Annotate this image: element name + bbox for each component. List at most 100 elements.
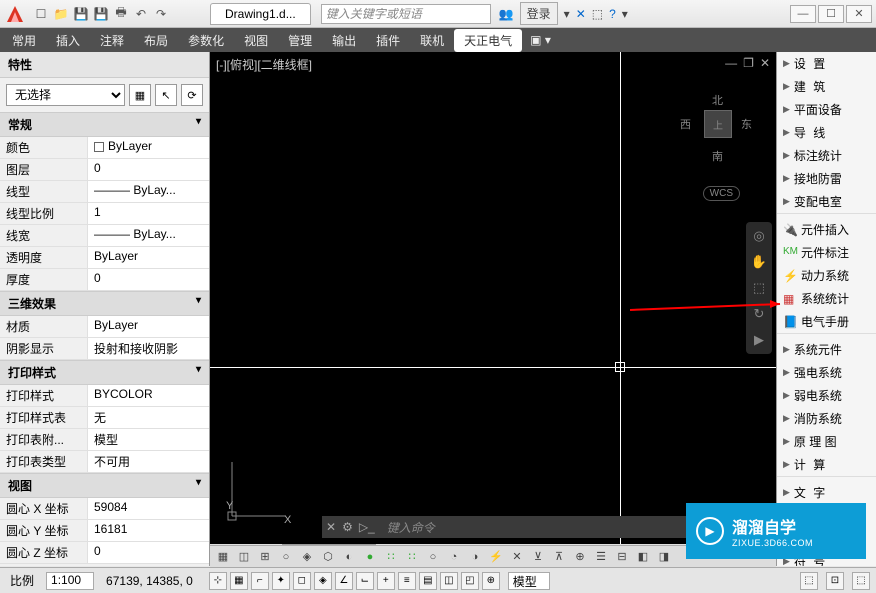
app-icon[interactable]	[4, 3, 26, 25]
open-icon[interactable]: 📁	[52, 5, 70, 23]
viewport-label[interactable]: [-][俯视][二维线框]	[216, 56, 312, 73]
polar-icon[interactable]: ✦	[272, 572, 290, 590]
save-icon[interactable]: 💾	[72, 5, 90, 23]
rp-component-label[interactable]: KM元件标注	[777, 241, 876, 264]
viewcube-top[interactable]: 上	[704, 110, 732, 138]
trial-icon[interactable]: ⬚	[592, 7, 603, 21]
tab-tz-electric[interactable]: 天正电气	[454, 29, 522, 52]
prop-value-plotstyle[interactable]: BYCOLOR	[88, 385, 209, 406]
drawing-viewport[interactable]: [-][俯视][二维线框] — ❐ ✕ 北 南 西 东 上 WCS ◎ ✋ ⬚ …	[210, 52, 776, 566]
tab-output[interactable]: 输出	[322, 29, 366, 52]
viewport-minimize-icon[interactable]: —	[725, 56, 737, 70]
viewcube-west[interactable]: 西	[680, 116, 691, 132]
quick-select-icon[interactable]: ▦	[129, 84, 151, 106]
redo-icon[interactable]: ↷	[152, 5, 170, 23]
viewport-restore-icon[interactable]: ❐	[743, 56, 754, 70]
rp-schematic[interactable]: ▶原 理 图	[777, 430, 876, 453]
tb-icon[interactable]: ∷	[403, 548, 421, 566]
tb-icon[interactable]: ✕	[508, 548, 526, 566]
rp-sys-component[interactable]: ▶系统元件	[777, 338, 876, 361]
am-icon[interactable]: ⊕	[482, 572, 500, 590]
rp-label-stats[interactable]: ▶标注统计	[777, 144, 876, 167]
prop-value-plotattach[interactable]: 模型	[88, 429, 209, 450]
tab-manage[interactable]: 管理	[278, 29, 322, 52]
tb-icon[interactable]: ⊟	[613, 548, 631, 566]
viewport-close-icon[interactable]: ✕	[760, 56, 770, 70]
minimize-button[interactable]: —	[790, 5, 816, 23]
tb-icon[interactable]: ◑	[466, 548, 484, 566]
tb-icon[interactable]: ☰	[592, 548, 610, 566]
maximize-button[interactable]: ☐	[818, 5, 844, 23]
ducs-icon[interactable]: ⌙	[356, 572, 374, 590]
tb-icon[interactable]: ⊼	[550, 548, 568, 566]
rp-elec-manual[interactable]: 📘电气手册	[777, 310, 876, 333]
tb-icon[interactable]: ●	[361, 548, 379, 566]
qp-icon[interactable]: ◫	[440, 572, 458, 590]
tb-icon[interactable]: ∷	[382, 548, 400, 566]
prop-value-centerz[interactable]: 0	[88, 542, 209, 563]
rp-text[interactable]: ▶文 字	[777, 481, 876, 504]
document-tab[interactable]: Drawing1.d...	[210, 3, 311, 25]
tpy-icon[interactable]: ▤	[419, 572, 437, 590]
cmdline-close-icon[interactable]: ✕	[326, 520, 336, 534]
login-button[interactable]: 登录	[520, 2, 558, 25]
rp-substation[interactable]: ▶变配电室	[777, 190, 876, 213]
pan-icon[interactable]: ✋	[749, 252, 769, 272]
section-3deffects[interactable]: 三维效果	[0, 292, 209, 316]
prop-value-centerx[interactable]: 59084	[88, 498, 209, 519]
viewcube-south[interactable]: 南	[712, 148, 723, 164]
rp-calculate[interactable]: ▶计 算	[777, 453, 876, 476]
tab-parametric[interactable]: 参数化	[178, 29, 234, 52]
lwt-icon[interactable]: ≡	[398, 572, 416, 590]
rp-plan-equip[interactable]: ▶平面设备	[777, 98, 876, 121]
otrack-icon[interactable]: ∠	[335, 572, 353, 590]
section-plotstyle[interactable]: 打印样式	[0, 361, 209, 385]
saveas-icon[interactable]: 💾	[92, 5, 110, 23]
sb-extra-icon[interactable]: ⬚	[800, 572, 818, 590]
snap-mode-icon[interactable]: ⊹	[209, 572, 227, 590]
prop-value-lineweight[interactable]: ——— ByLay...	[88, 225, 209, 246]
tb-icon[interactable]: ◫	[235, 548, 253, 566]
osnap-icon[interactable]: ◻	[293, 572, 311, 590]
scale-combo[interactable]: 1:100	[46, 572, 94, 590]
rp-building[interactable]: ▶建 筑	[777, 75, 876, 98]
undo-icon[interactable]: ↶	[132, 5, 150, 23]
search-btn-icon[interactable]: 👥	[499, 7, 514, 21]
tb-icon[interactable]: ◨	[655, 548, 673, 566]
tb-icon[interactable]: ⬡	[319, 548, 337, 566]
prop-value-transparency[interactable]: ByLayer	[88, 247, 209, 268]
exchange-icon[interactable]: ✕	[576, 7, 586, 21]
rp-grounding[interactable]: ▶接地防雷	[777, 167, 876, 190]
showmotion-icon[interactable]: ▶	[749, 330, 769, 350]
rp-settings[interactable]: ▶设 置	[777, 52, 876, 75]
prop-value-ltscale[interactable]: 1	[88, 203, 209, 224]
pickadd-icon[interactable]: ⟳	[181, 84, 203, 106]
tab-online[interactable]: 联机	[410, 29, 454, 52]
prop-value-centery[interactable]: 16181	[88, 520, 209, 541]
prop-value-plottype[interactable]: 不可用	[88, 451, 209, 472]
modelspace-combo[interactable]: 模型	[508, 572, 550, 590]
wcs-label[interactable]: WCS	[703, 186, 740, 201]
tab-annotate[interactable]: 注释	[90, 29, 134, 52]
help-dropdown-icon[interactable]: ▾	[622, 7, 628, 21]
orbit-icon[interactable]: ↻	[749, 304, 769, 324]
selection-combo[interactable]: 无选择	[6, 84, 125, 106]
view-cube[interactable]: 北 南 西 东 上	[676, 82, 756, 162]
tb-icon[interactable]: ○	[277, 548, 295, 566]
tab-home[interactable]: 常用	[2, 29, 46, 52]
tb-icon[interactable]: ◈	[298, 548, 316, 566]
close-button[interactable]: ✕	[846, 5, 872, 23]
prop-value-layer[interactable]: 0	[88, 159, 209, 180]
prop-value-plottable[interactable]: 无	[88, 407, 209, 428]
tab-insert[interactable]: 插入	[46, 29, 90, 52]
help-icon[interactable]: ?	[609, 7, 616, 21]
sc-icon[interactable]: ◰	[461, 572, 479, 590]
prop-value-linetype[interactable]: ——— ByLay...	[88, 181, 209, 202]
tb-icon[interactable]: ⊞	[256, 548, 274, 566]
grid-icon[interactable]: ▦	[230, 572, 248, 590]
tb-icon[interactable]: ◔	[445, 548, 463, 566]
tab-layout[interactable]: 布局	[134, 29, 178, 52]
tab-plugins[interactable]: 插件	[366, 29, 410, 52]
steering-wheel-icon[interactable]: ◎	[749, 226, 769, 246]
sb-extra-icon[interactable]: ⬚	[852, 572, 870, 590]
